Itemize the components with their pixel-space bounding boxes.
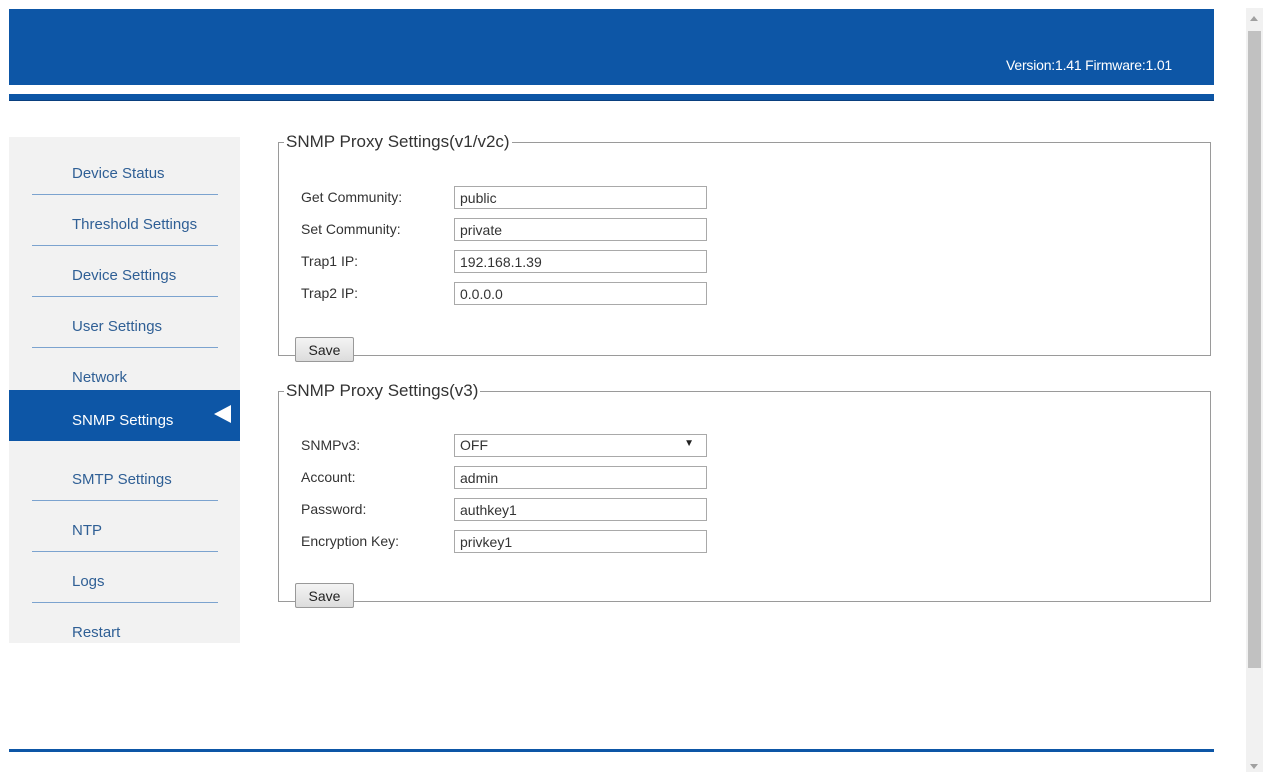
password-input[interactable] xyxy=(454,498,707,521)
vertical-scrollbar[interactable] xyxy=(1246,8,1263,772)
panel-title: SNMP Proxy Settings(v1/v2c) xyxy=(286,132,510,151)
sidebar-item-device-settings[interactable]: Device Settings xyxy=(9,247,240,298)
get-community-label: Get Community: xyxy=(301,189,403,205)
sidebar-item-label: SMTP Settings xyxy=(72,471,172,488)
divider xyxy=(32,602,218,603)
scroll-down-arrow-icon[interactable] xyxy=(1250,764,1258,769)
divider xyxy=(32,551,218,552)
trap2-ip-input[interactable] xyxy=(454,282,707,305)
sidebar-item-label: User Settings xyxy=(72,318,163,335)
sidebar-item-logs[interactable]: Logs xyxy=(9,553,240,604)
set-community-label: Set Community: xyxy=(301,221,401,237)
sidebar-item-smtp-settings[interactable]: SMTP Settings xyxy=(9,451,240,502)
snmpv3-select[interactable]: OFF ▼ xyxy=(454,434,707,457)
snmpv3-selected-value: OFF xyxy=(460,437,488,453)
set-community-input[interactable] xyxy=(454,218,707,241)
snmp-v1v2c-panel: SNMP Proxy Settings(v1/v2c) Get Communit… xyxy=(278,132,1211,362)
sidebar-item-device-status[interactable]: Device Status xyxy=(9,145,240,196)
sidebar-nav: Device Status Threshold Settings Device … xyxy=(9,137,240,643)
sidebar-item-label: Logs xyxy=(72,573,105,590)
scroll-up-arrow-icon[interactable] xyxy=(1250,16,1258,21)
snmpv3-label: SNMPv3: xyxy=(301,437,361,453)
sidebar-item-ntp[interactable]: NTP xyxy=(9,502,240,553)
password-label: Password: xyxy=(301,501,367,517)
trap1-ip-label: Trap1 IP: xyxy=(301,253,359,269)
encryption-key-label: Encryption Key: xyxy=(301,533,400,549)
panel-title: SNMP Proxy Settings(v3) xyxy=(286,381,479,400)
trap1-ip-input[interactable] xyxy=(454,250,707,273)
save-v1v2c-button[interactable]: Save xyxy=(295,337,354,362)
divider xyxy=(32,296,218,297)
account-label: Account: xyxy=(301,469,356,485)
account-input[interactable] xyxy=(454,466,707,489)
encryption-key-input[interactable] xyxy=(454,530,707,553)
dropdown-arrow-icon: ▼ xyxy=(684,438,694,449)
version-info: Version:1.41 Firmware:1.01 xyxy=(1006,57,1172,73)
header-banner: Version:1.41 Firmware:1.01 xyxy=(9,9,1214,85)
sidebar-item-label: Device Status xyxy=(72,165,165,182)
active-indicator-arrow-icon xyxy=(214,405,231,423)
sidebar-item-restart[interactable]: Restart xyxy=(9,604,240,655)
sidebar-item-label: Threshold Settings xyxy=(72,216,198,233)
sidebar-item-threshold-settings[interactable]: Threshold Settings xyxy=(9,196,240,247)
trap2-ip-label: Trap2 IP: xyxy=(301,285,359,301)
divider xyxy=(32,500,218,501)
divider xyxy=(32,245,218,246)
snmp-v3-panel: SNMP Proxy Settings(v3) SNMPv3: OFF ▼ Ac… xyxy=(278,381,1211,608)
sidebar-item-label: Device Settings xyxy=(72,267,177,284)
divider xyxy=(32,194,218,195)
save-v3-button[interactable]: Save xyxy=(295,583,354,608)
scroll-thumb[interactable] xyxy=(1248,31,1261,668)
sidebar-item-label: Restart xyxy=(72,624,121,641)
sidebar-item-snmp-settings[interactable]: SNMP Settings xyxy=(9,390,240,441)
sidebar-item-user-settings[interactable]: User Settings xyxy=(9,298,240,349)
sidebar-item-label: SNMP Settings xyxy=(72,412,174,429)
header-divider xyxy=(9,94,1214,101)
sidebar-item-label: Network xyxy=(72,369,128,386)
get-community-input[interactable] xyxy=(454,186,707,209)
sidebar-item-label: NTP xyxy=(72,522,102,539)
divider xyxy=(32,347,218,348)
footer-divider xyxy=(9,749,1214,752)
